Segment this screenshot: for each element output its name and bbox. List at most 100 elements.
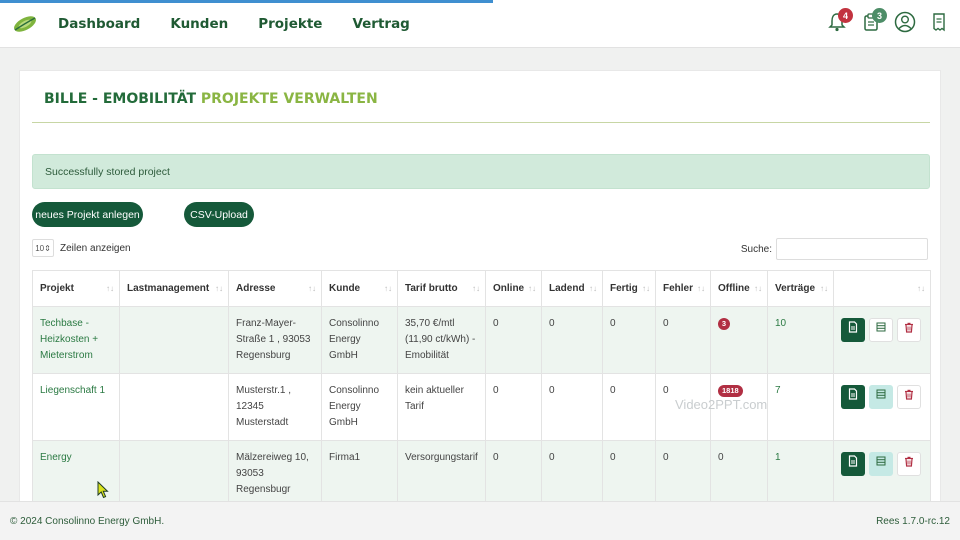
col-vertraege[interactable]: Verträge ↑↓	[767, 270, 834, 307]
notifications-badge: 4	[838, 8, 853, 23]
cell-ladend: 0	[541, 440, 603, 508]
footer-version: Rees 1.7.0-rc.12	[876, 515, 950, 527]
projects-card: BILLE - EMOBILITÄT PROJEKTE VERWALTEN Su…	[19, 70, 941, 510]
footer-copyright: © 2024 Consolinno Energy GmbH.	[10, 515, 165, 527]
cell-kunde: Firma1	[321, 440, 398, 508]
success-alert: Successfully stored project	[32, 154, 930, 189]
cell-online: 0	[485, 440, 542, 508]
cell-tarif: kein aktueller Tarif	[397, 373, 486, 441]
document-icon	[848, 321, 858, 339]
view-document-button[interactable]	[841, 452, 865, 476]
notifications-button[interactable]: 4	[824, 8, 853, 38]
sort-icon: ↑↓	[697, 284, 705, 293]
view-document-button[interactable]	[841, 318, 865, 342]
list-icon	[876, 389, 886, 405]
delete-button[interactable]	[897, 385, 921, 409]
sort-icon: ↑↓	[589, 284, 597, 293]
page-length-value: 10	[35, 243, 45, 253]
profile-button[interactable]	[892, 10, 918, 38]
sort-icon: ↑↓	[384, 284, 392, 293]
cell-ladend: 0	[541, 306, 603, 374]
delete-button[interactable]	[897, 318, 921, 342]
sort-icon: ↑↓	[472, 284, 480, 293]
cell-actions	[833, 306, 931, 374]
sort-icon: ↑↓	[820, 284, 828, 293]
search-control: Suche:	[741, 238, 928, 260]
csv-upload-button[interactable]: CSV-Upload	[184, 202, 254, 227]
nav-vertrag[interactable]: Vertrag	[352, 16, 409, 32]
cell-vertraege[interactable]: 10	[767, 306, 834, 374]
col-fehler[interactable]: Fehler ↑↓	[655, 270, 711, 307]
view-document-button[interactable]	[841, 385, 865, 409]
details-button[interactable]	[869, 385, 893, 409]
details-button[interactable]	[869, 318, 893, 342]
page-load-progress-bar	[0, 0, 493, 3]
cell-fertig: 0	[602, 306, 656, 374]
cell-fehler: 0	[655, 306, 711, 374]
details-button[interactable]	[869, 452, 893, 476]
cell-tarif: 35,70 €/mtl (11,90 ct/kWh) - Emobilität	[397, 306, 486, 374]
sort-icon: ↑↓	[754, 284, 762, 293]
col-tarif[interactable]: Tarif brutto ↑↓	[397, 270, 486, 307]
invoices-button[interactable]	[926, 10, 952, 38]
cell-offline: 3	[710, 306, 768, 374]
document-icon	[848, 388, 858, 406]
top-navbar: Dashboard Kunden Projekte Vertrag 4 3	[0, 0, 960, 48]
cell-adresse: Mälzereiweg 10, 93053 Regensbugr	[228, 440, 322, 508]
cell-projekt[interactable]: Techbase - Heizkosten + Mieterstrom	[32, 306, 120, 374]
cell-offline: 0	[710, 440, 768, 508]
col-online[interactable]: Online ↑↓	[485, 270, 542, 307]
title-divider	[32, 122, 930, 123]
cell-online: 0	[485, 373, 542, 441]
page-title-project: BILLE - EMOBILITÄT	[44, 91, 197, 107]
sort-icon: ↑↓	[308, 284, 316, 293]
cell-actions	[833, 373, 931, 441]
projects-table: Projekt ↑↓ Lastmanagement ↑↓ Adresse ↑↓ Kun…	[32, 270, 931, 509]
list-icon	[876, 456, 886, 472]
sort-icon: ↑↓	[215, 284, 223, 293]
cell-lastmanagement	[119, 440, 229, 508]
col-offline[interactable]: Offline ↑↓	[710, 270, 768, 307]
page-title: BILLE - EMOBILITÄT PROJEKTE VERWALTEN	[44, 91, 378, 107]
table-header-row: Projekt ↑↓ Lastmanagement ↑↓ Adresse ↑↓ Kun…	[32, 270, 931, 307]
cell-vertraege[interactable]: 1	[767, 440, 834, 508]
cell-kunde: Consolinno Energy GmbH	[321, 373, 398, 441]
table-row: Energy Mälzereiweg 10, 93053 Regensbugr …	[32, 440, 931, 508]
new-project-button[interactable]: neues Projekt anlegen	[32, 202, 143, 227]
page-length-control: 10 ⇕ Zeilen anzeigen	[32, 239, 131, 257]
search-input[interactable]	[776, 238, 928, 260]
trash-icon	[904, 322, 914, 339]
footer: © 2024 Consolinno Energy GmbH. Rees 1.7.…	[0, 501, 960, 540]
cell-vertraege[interactable]: 7	[767, 373, 834, 441]
delete-button[interactable]	[897, 452, 921, 476]
cell-online: 0	[485, 306, 542, 374]
leaf-logo-icon[interactable]	[12, 13, 40, 35]
search-label: Suche:	[740, 243, 772, 255]
col-projekt[interactable]: Projekt ↑↓	[32, 270, 120, 307]
list-icon	[876, 322, 886, 338]
col-fertig[interactable]: Fertig ↑↓	[602, 270, 656, 307]
page-length-select[interactable]: 10 ⇕	[32, 239, 54, 257]
col-lastmanagement[interactable]: Lastmanagement ↑↓	[119, 270, 229, 307]
sort-icon: ↑↓	[917, 284, 925, 293]
sort-icon: ↑↓	[528, 284, 536, 293]
nav-kunden[interactable]: Kunden	[170, 16, 228, 32]
page-length-label: Zeilen anzeigen	[60, 242, 131, 254]
nav-dashboard[interactable]: Dashboard	[58, 16, 140, 32]
tasks-button[interactable]: 3	[858, 8, 887, 38]
nav-projekte[interactable]: Projekte	[258, 16, 322, 32]
cell-lastmanagement	[119, 306, 229, 374]
col-ladend[interactable]: Ladend ↑↓	[541, 270, 603, 307]
cell-actions	[833, 440, 931, 508]
page-title-section: PROJEKTE VERWALTEN	[200, 91, 378, 107]
cell-tarif: Versorgungstarif	[397, 440, 486, 508]
cell-projekt[interactable]: Liegenschaft 1	[32, 373, 120, 441]
col-actions[interactable]: ↑↓	[833, 270, 931, 307]
cell-fertig: 0	[602, 440, 656, 508]
cell-ladend: 0	[541, 373, 603, 441]
sort-icon: ↑↓	[642, 284, 650, 293]
col-adresse[interactable]: Adresse ↑↓	[228, 270, 322, 307]
col-kunde[interactable]: Kunde ↑↓	[321, 270, 398, 307]
user-circle-icon	[894, 11, 916, 38]
watermark: Video2PPT.com	[675, 397, 768, 412]
